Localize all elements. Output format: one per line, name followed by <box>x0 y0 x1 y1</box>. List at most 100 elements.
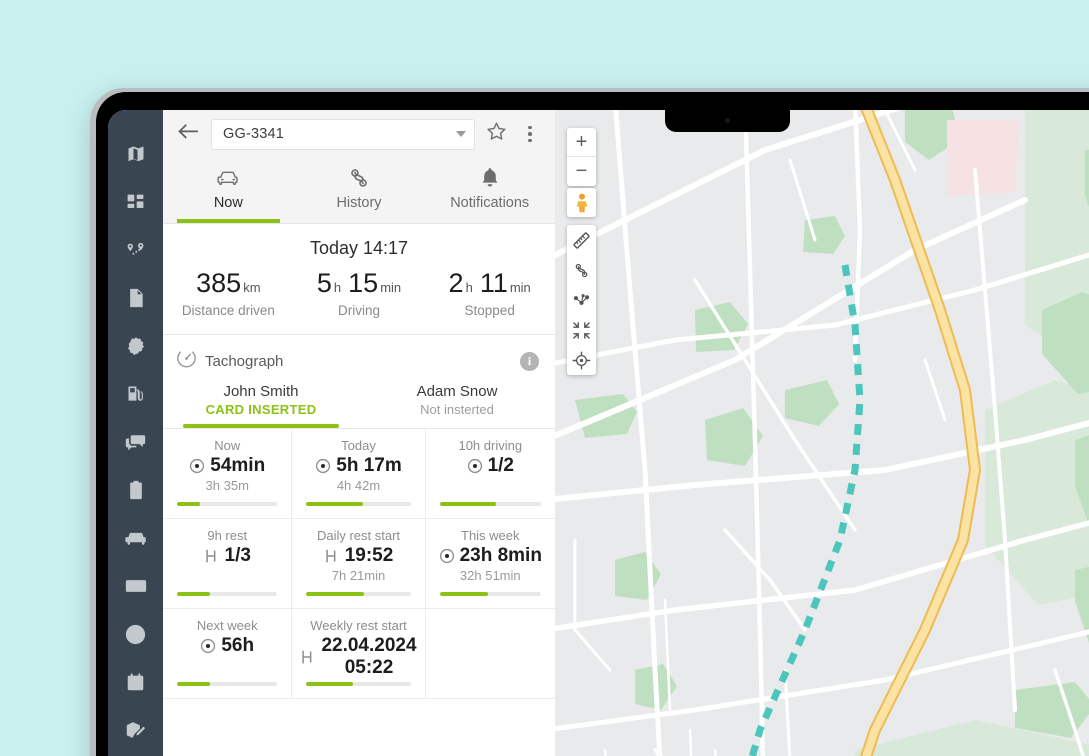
camera-icon <box>725 118 730 123</box>
metric-value: 22.04.2024 05:22 <box>321 635 417 679</box>
metric-value: 5h 17m <box>336 455 402 477</box>
tab-now[interactable]: Now <box>163 158 294 223</box>
tab-notifications[interactable]: Notifications <box>424 158 555 223</box>
metric-card-empty <box>425 609 555 700</box>
metric-card[interactable]: Now 54min 3h 35m <box>163 429 293 520</box>
metric-card[interactable]: 9h rest 1/3 <box>163 519 293 610</box>
calendar-icon <box>126 672 145 692</box>
vehicle-detail-panel: GG-3341 Now History Notifications Today … <box>163 110 555 756</box>
map-area[interactable]: + − <box>555 110 1089 756</box>
panel-topbar: GG-3341 <box>163 110 555 158</box>
sidebar-item-vehicles[interactable] <box>121 524 151 552</box>
favorite-button[interactable] <box>483 119 509 149</box>
sidebar-item-reports[interactable] <box>121 716 151 744</box>
route-icon[interactable] <box>567 255 596 285</box>
metric-value: 54min <box>210 455 266 477</box>
stat-driving-value: 5 h 15 min <box>316 268 402 298</box>
sidebar-item-messages[interactable] <box>121 428 151 456</box>
metric-title: Now <box>214 438 241 454</box>
account-icon <box>125 624 146 645</box>
metric-card[interactable]: 10h driving 1/2 <box>425 429 555 520</box>
overflow-menu-button[interactable] <box>517 119 543 149</box>
tab-now-label: Now <box>213 195 243 211</box>
zoom-in-icon[interactable]: + <box>567 128 596 157</box>
metric-card[interactable]: Today 5h 17m 4h 42m <box>292 429 426 520</box>
car-icon <box>216 166 240 190</box>
clock-icon <box>200 638 216 654</box>
metric-value: 1/3 <box>224 545 251 567</box>
pegman-icon[interactable] <box>567 188 596 217</box>
ruler-icon[interactable] <box>567 225 596 255</box>
driver-primary-name: John Smith <box>223 383 299 401</box>
metric-title: Today <box>341 438 376 454</box>
metric-card[interactable]: Next week 56h <box>163 609 293 700</box>
vehicle-select-value: GG-3341 <box>223 126 285 142</box>
dashboard-icon <box>126 193 145 212</box>
metric-title: 10h driving <box>458 438 523 454</box>
places-icon <box>125 241 146 260</box>
card-icon <box>125 578 147 594</box>
metric-progress-bar <box>306 592 411 597</box>
clock-icon <box>467 458 483 474</box>
sidebar-item-drivers[interactable] <box>121 620 151 648</box>
metric-subvalue: 4h 42m <box>336 478 381 494</box>
stat-stopped-value: 2 h 11 min <box>448 268 531 298</box>
metric-title: Daily rest start <box>316 528 401 544</box>
tachograph-metric-grid: Now 54min 3h 35m Today 5h 17m 4h 42m 10h drivi… <box>163 429 555 756</box>
points-icon[interactable] <box>567 285 596 315</box>
info-icon[interactable]: i <box>520 351 539 371</box>
driver-secondary[interactable]: Adam Snow Not insterted <box>359 383 555 428</box>
metric-title: 9h rest <box>207 528 248 544</box>
summary-block: Today 14:17 385 km Distance driven 5 h 15 mi… <box>163 224 555 336</box>
summary-date: Today 14:17 <box>309 238 409 258</box>
metric-title: Next week <box>196 618 258 634</box>
stat-distance-value: 385 km <box>196 268 261 298</box>
metric-card[interactable]: Weekly rest start 22.04.2024 05:22 <box>292 609 426 700</box>
tablet-screen: GG-3341 Now History Notifications Today … <box>108 110 1089 756</box>
driver-primary[interactable]: John Smith CARD INSERTED <box>163 383 359 429</box>
clipboard-icon <box>127 480 145 500</box>
fuel-icon <box>126 384 146 404</box>
metric-value: 23h 8min <box>459 545 542 567</box>
alert-badge-icon <box>126 336 146 356</box>
sidebar-nav <box>108 110 163 756</box>
sidebar-item-places[interactable] <box>121 236 151 264</box>
drivers-row: John Smith CARD INSERTED Adam Snow Not i… <box>163 373 555 430</box>
star-outline-icon <box>486 121 507 147</box>
sidebar-item-cards[interactable] <box>121 572 151 600</box>
sidebar-item-documents[interactable] <box>121 284 151 312</box>
more-vertical-icon <box>528 125 532 143</box>
driver-primary-bar <box>183 424 339 429</box>
back-button[interactable] <box>173 119 203 149</box>
chat-icon <box>125 433 146 452</box>
metric-subvalue: 3h 35m <box>205 478 249 494</box>
sidebar-item-dashboard[interactable] <box>121 188 151 216</box>
locate-icon[interactable] <box>567 345 596 375</box>
driver-secondary-bar <box>379 424 535 428</box>
tachograph-title: Tachograph <box>205 352 284 370</box>
sidebar-item-map[interactable] <box>121 140 151 168</box>
metric-progress-bar <box>439 502 541 507</box>
sidebar-item-alerts[interactable] <box>121 332 151 360</box>
metric-subvalue: 32h 51min <box>459 568 521 584</box>
arrow-left-icon <box>177 123 199 146</box>
stat-stopped: 2 h 11 min Stopped <box>424 268 555 319</box>
collapse-icon[interactable] <box>567 315 596 345</box>
sidebar-item-fuel[interactable] <box>121 380 151 408</box>
zoom-out-icon[interactable]: − <box>567 157 596 186</box>
driver-secondary-name: Adam Snow <box>416 383 498 401</box>
clock-icon <box>315 458 331 474</box>
stat-distance-label: Distance driven <box>181 303 275 319</box>
metric-progress-bar <box>177 682 278 687</box>
metric-card[interactable]: Daily rest start 19:52 7h 21min <box>292 519 426 610</box>
metric-card[interactable]: This week 23h 8min 32h 51min <box>425 519 555 610</box>
metric-subvalue: 7h 21min <box>331 568 386 584</box>
vehicle-select[interactable]: GG-3341 <box>211 118 475 150</box>
chevron-down-icon <box>456 131 466 137</box>
sidebar-item-calendar[interactable] <box>121 668 151 696</box>
tachograph-icon <box>177 349 196 373</box>
clock-icon <box>189 458 205 474</box>
metric-title: Weekly rest start <box>310 618 407 634</box>
sidebar-item-tasks[interactable] <box>121 476 151 504</box>
tab-history[interactable]: History <box>294 158 425 223</box>
